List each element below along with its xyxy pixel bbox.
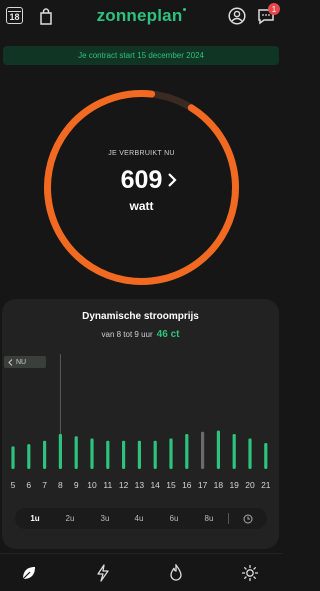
price-period: van 8 tot 9 uur bbox=[101, 330, 153, 339]
price-bar-20 bbox=[248, 438, 252, 469]
price-bar-19 bbox=[232, 433, 236, 469]
tab-divider bbox=[228, 513, 229, 524]
profile-icon[interactable] bbox=[227, 5, 247, 27]
hour-tick-label: 12 bbox=[119, 480, 129, 490]
tab-3u[interactable]: 3u bbox=[91, 508, 119, 529]
hour-tick-label: 15 bbox=[166, 480, 176, 490]
hour-tick-label: 11 bbox=[103, 480, 112, 490]
price-card-subtitle: van 8 tot 9 uur 46 ct bbox=[2, 329, 279, 340]
leaf-icon[interactable] bbox=[20, 564, 38, 582]
range-tabs: 1u 2u 3u 4u 6u 8u bbox=[15, 508, 267, 529]
hour-tick-label: 14 bbox=[150, 480, 160, 490]
contract-banner: Je contract start 15 december 2024 bbox=[3, 46, 279, 65]
tab-2u[interactable]: 2u bbox=[56, 508, 84, 529]
sun-icon[interactable] bbox=[241, 564, 259, 582]
price-bar-21 bbox=[264, 443, 268, 469]
tab-6u[interactable]: 6u bbox=[160, 508, 188, 529]
now-label: NU bbox=[16, 358, 27, 366]
hour-tick-label: 16 bbox=[182, 480, 192, 490]
price-bar-11 bbox=[106, 440, 110, 469]
price-bar-10 bbox=[90, 438, 94, 469]
hour-tick-label: 17 bbox=[198, 480, 208, 490]
hour-tick-label: 10 bbox=[87, 480, 97, 490]
hour-tick-label: 6 bbox=[26, 480, 31, 490]
price-card-title: Dynamische stroomprijs bbox=[82, 311, 199, 322]
price-bar-18 bbox=[216, 430, 220, 469]
price-bar-chart[interactable]: 5 6 7 8 9 10 11 12 13 14 15 16 17 18 19 20 21 bbox=[0, 350, 283, 495]
price-bar-8 bbox=[58, 433, 62, 469]
price-bar-14 bbox=[153, 440, 157, 469]
price-value: 46 ct bbox=[156, 329, 180, 340]
tab-1u[interactable]: 1u bbox=[21, 508, 49, 529]
hour-tick-label: 18 bbox=[214, 480, 224, 490]
price-bar-5 bbox=[11, 446, 15, 469]
price-bar-12 bbox=[122, 440, 126, 469]
hour-tick-label: 7 bbox=[42, 480, 47, 490]
price-bar-15 bbox=[169, 438, 173, 469]
price-bar-17 bbox=[201, 431, 205, 469]
chevron-left-icon bbox=[8, 358, 13, 366]
notification-badge: 1 bbox=[268, 3, 280, 15]
tab-8u[interactable]: 8u bbox=[195, 508, 223, 529]
flame-icon[interactable] bbox=[167, 564, 185, 582]
price-bar-7 bbox=[43, 440, 47, 469]
hour-tick-label: 5 bbox=[11, 480, 16, 490]
hour-tick-label: 21 bbox=[261, 480, 271, 490]
hour-tick-label: 9 bbox=[74, 480, 79, 490]
usage-value[interactable]: 609 bbox=[0, 166, 283, 195]
price-bar-16 bbox=[185, 433, 189, 469]
tab-4u[interactable]: 4u bbox=[125, 508, 153, 529]
now-button[interactable]: NU bbox=[4, 356, 46, 368]
price-bar-13 bbox=[137, 440, 141, 469]
lightning-icon[interactable] bbox=[94, 564, 112, 582]
hour-tick-label: 20 bbox=[245, 480, 255, 490]
app-header: 18 zonneplan 1 bbox=[0, 0, 283, 36]
hour-tick-label: 13 bbox=[135, 480, 145, 490]
usage-unit: watt bbox=[129, 199, 154, 213]
bottom-nav bbox=[0, 553, 283, 591]
hour-tick-label: 8 bbox=[58, 480, 63, 490]
price-bar-9 bbox=[74, 436, 78, 469]
usage-label: JE VERBRUIKT NU bbox=[108, 150, 175, 157]
hour-tick-label: 19 bbox=[229, 480, 239, 490]
chevron-right-icon[interactable] bbox=[166, 172, 178, 188]
price-bar-6 bbox=[27, 444, 31, 469]
clock-icon[interactable] bbox=[234, 508, 262, 529]
